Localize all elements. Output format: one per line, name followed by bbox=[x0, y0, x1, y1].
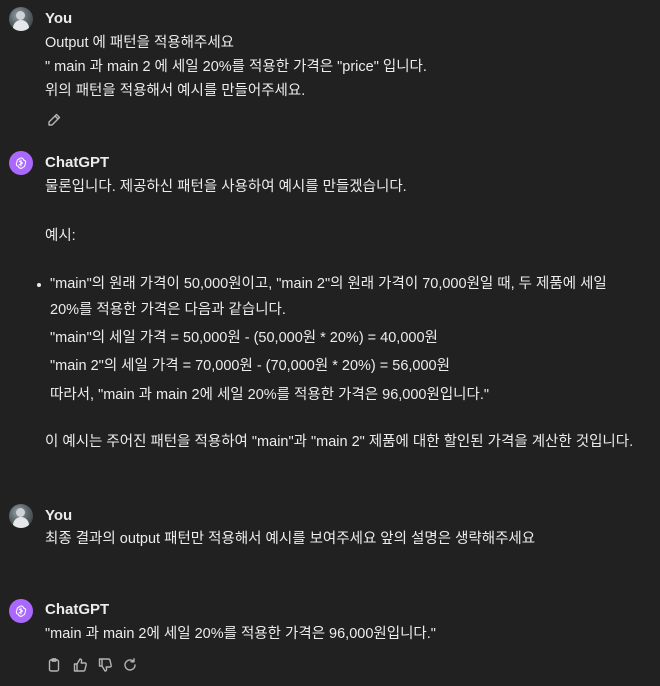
bullet-marker bbox=[37, 283, 41, 287]
thumbs-up-icon[interactable] bbox=[72, 657, 88, 673]
user-avatar bbox=[9, 504, 33, 528]
refresh-icon[interactable] bbox=[122, 657, 138, 673]
bullet-line: "main 2"의 세일 가격 = 70,000원 - (70,000원 * 2… bbox=[50, 358, 450, 374]
message-line: "main 과 main 2에 세일 20%를 적용한 가격은 96,000원입… bbox=[45, 626, 436, 642]
openai-logo-icon bbox=[15, 605, 27, 617]
message-line: " main 과 main 2 에 세일 20%를 적용한 가격은 "price… bbox=[45, 59, 427, 75]
chatgpt-avatar bbox=[9, 151, 33, 175]
message-line: 최종 결과의 output 패턴만 적용해서 예시를 보여주세요 앞의 설명은 … bbox=[45, 531, 536, 547]
user-avatar bbox=[9, 7, 33, 31]
message-line: Output 에 패턴을 적용해주세요 bbox=[45, 35, 235, 51]
author-name: You bbox=[45, 10, 73, 27]
message-intro: 물론입니다. 제공하신 패턴을 사용하여 예시를 만들겠습니다. bbox=[45, 179, 407, 195]
clipboard-icon[interactable] bbox=[46, 657, 62, 673]
openai-logo-icon bbox=[15, 157, 27, 169]
bullet-line: "main"의 원래 가격이 50,000원이고, "main 2"의 원래 가… bbox=[50, 276, 607, 292]
example-label: 예시: bbox=[45, 228, 76, 244]
chatgpt-avatar bbox=[9, 599, 33, 623]
author-name: ChatGPT bbox=[45, 601, 110, 618]
author-name: ChatGPT bbox=[45, 154, 110, 171]
thumbs-down-icon[interactable] bbox=[97, 657, 113, 673]
pencil-icon[interactable] bbox=[46, 112, 62, 128]
bullet-line: "main"의 세일 가격 = 50,000원 - (50,000원 * 20%… bbox=[50, 330, 438, 346]
bullet-line: 따라서, "main 과 main 2에 세일 20%를 적용한 가격은 96,… bbox=[50, 387, 490, 403]
message-outro: 이 예시는 주어진 패턴을 적용하여 "main"과 "main 2" 제품에 … bbox=[45, 434, 634, 450]
message-line: 위의 패턴을 적용해서 예시를 만들어주세요. bbox=[45, 83, 306, 99]
author-name: You bbox=[45, 507, 73, 524]
bullet-line: 20%를 적용한 가격은 다음과 같습니다. bbox=[50, 302, 286, 318]
